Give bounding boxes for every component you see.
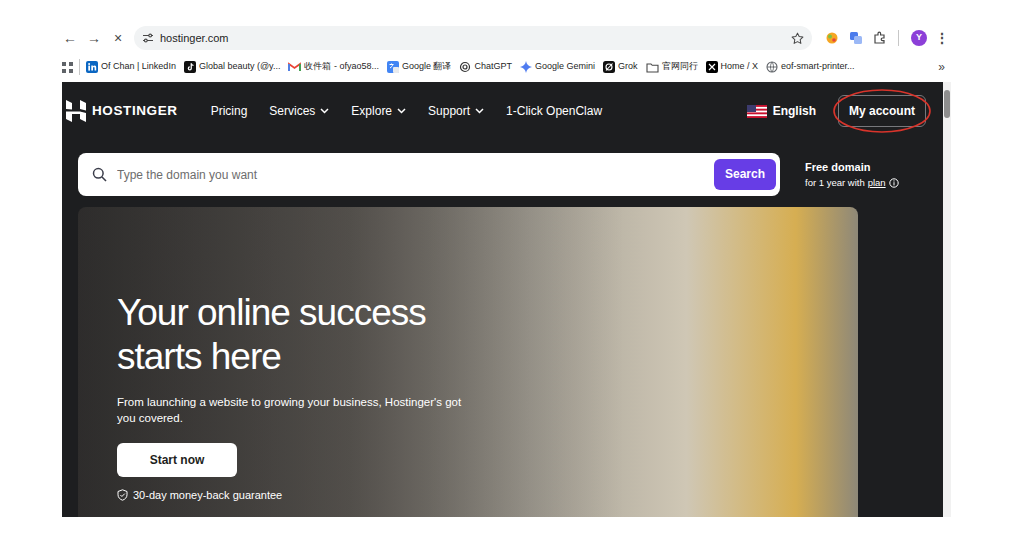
stop-button[interactable]: × <box>106 31 130 45</box>
hero-banner: Your online success starts here From laun… <box>78 207 858 517</box>
nav-menu: Pricing Services Explore Support 1-Click Ope… <box>211 102 602 120</box>
start-now-button[interactable]: Start now <box>117 443 237 477</box>
search-row: Search Free domainfor 1 year withplan <box>62 153 943 196</box>
site-icon <box>766 61 778 73</box>
bookmark-list: Of Chan | LinkedIn Global beauty (@y... 收件… <box>86 60 855 74</box>
search-button[interactable]: Search <box>714 159 776 189</box>
nav-item[interactable]: Explore <box>351 102 406 120</box>
page-content: HOSTINGER Pricing Services Explore Support 1-… <box>62 82 943 517</box>
toolbar-separator <box>898 30 899 46</box>
site-logo[interactable]: HOSTINGER <box>66 100 178 122</box>
bookmarks-separator <box>79 59 80 75</box>
account-button-wrapper: My account <box>838 95 926 127</box>
bookmark-label[interactable]: Global beauty (@y... <box>199 60 281 74</box>
gmail-icon <box>288 62 301 72</box>
nav-label[interactable]: Services <box>269 102 315 120</box>
nav-item[interactable]: Services <box>269 102 329 120</box>
domain-search-box: Search <box>78 153 780 196</box>
address-bar[interactable]: hostinger.com <box>134 26 812 50</box>
profile-avatar[interactable]: Y <box>911 30 927 46</box>
bookmark-item[interactable]: Home / X <box>706 60 759 74</box>
free-domain-promo: Free domainfor 1 year withplan <box>805 159 899 190</box>
us-flag-icon <box>747 105 767 118</box>
red-circle-annotation <box>832 88 932 134</box>
page-scrollbar[interactable] <box>943 82 951 517</box>
back-button[interactable]: ← <box>58 31 82 45</box>
translate-extension-icon[interactable] <box>844 26 868 50</box>
nav-item[interactable]: 1-Click OpenClaw <box>506 102 602 120</box>
browser-window: ←→× hostinger.com Y ⋮ Of Chan | LinkedIn Glob… <box>58 24 951 517</box>
bookmark-item[interactable]: 官网同行 <box>646 60 698 74</box>
bookmark-item[interactable]: eof-smart-printer... <box>766 60 855 74</box>
bookmarks-bar: Of Chan | LinkedIn Global beauty (@y... 收件… <box>58 52 951 82</box>
info-icon[interactable] <box>889 178 899 188</box>
bookmark-item[interactable]: ChatGPT <box>459 60 512 74</box>
bookmark-label[interactable]: Grok <box>618 60 638 74</box>
chatgpt-icon <box>459 61 471 73</box>
bookmark-item[interactable]: Google 翻译 <box>387 60 452 74</box>
language-selector[interactable]: English <box>747 102 816 120</box>
guarantee-text: 30-day money-back guarantee <box>133 487 282 504</box>
bookmark-label[interactable]: Home / X <box>721 60 759 74</box>
bookmark-label[interactable]: 收件箱 - ofyao58... <box>304 60 379 74</box>
chevron-down-icon <box>320 108 329 114</box>
chevron-down-icon <box>475 108 484 114</box>
logo-text[interactable]: HOSTINGER <box>92 101 178 121</box>
nav-item[interactable]: Pricing <box>211 102 248 120</box>
address-url[interactable]: hostinger.com <box>160 30 228 47</box>
bookmark-item[interactable]: Global beauty (@y... <box>184 60 281 74</box>
bookmark-label[interactable]: Google 翻译 <box>402 60 452 74</box>
bookmark-label[interactable]: ChatGPT <box>474 60 512 74</box>
extension-icon[interactable] <box>820 26 844 50</box>
chevron-down-icon <box>397 108 406 114</box>
extensions-puzzle-icon[interactable] <box>868 26 892 50</box>
more-bookmarks-button[interactable]: » <box>934 58 945 76</box>
scrollbar-thumb[interactable] <box>944 90 950 118</box>
nav-label[interactable]: 1-Click OpenClaw <box>506 102 602 120</box>
hero-text: From launching a website to growing your… <box>117 394 477 426</box>
bookmark-label[interactable]: 官网同行 <box>662 60 698 74</box>
bookmark-label[interactable]: eof-smart-printer... <box>781 60 855 74</box>
nav-label[interactable]: Support <box>428 102 470 120</box>
browser-menu-button[interactable]: ⋮ <box>933 28 951 49</box>
my-account-button[interactable]: My account <box>838 95 926 127</box>
forward-button[interactable]: → <box>82 31 106 45</box>
bookmark-item[interactable]: Of Chan | LinkedIn <box>86 60 176 74</box>
bookmark-star-icon[interactable] <box>791 32 804 45</box>
grok-icon <box>603 61 615 73</box>
promo-title: Free domain <box>805 159 899 176</box>
plan-link[interactable]: plan <box>868 176 886 190</box>
hostinger-logo-icon <box>66 100 86 122</box>
search-icon <box>92 167 107 182</box>
domain-input[interactable] <box>115 165 714 185</box>
nav-label[interactable]: Pricing <box>211 102 248 120</box>
bookmark-item[interactable]: Grok <box>603 60 638 74</box>
site-info-icon[interactable] <box>142 32 154 44</box>
hero-title: Your online success starts here <box>117 291 507 380</box>
folder-icon <box>646 62 659 73</box>
bookmark-item[interactable]: Google Gemini <box>520 60 595 74</box>
nav-item[interactable]: Support <box>428 102 484 120</box>
translate-icon <box>387 61 399 73</box>
apps-grid-icon[interactable] <box>62 62 73 73</box>
linkedin-icon <box>86 61 98 73</box>
site-navbar: HOSTINGER Pricing Services Explore Support 1-… <box>62 82 943 140</box>
x-icon <box>706 61 718 73</box>
tiktok-icon <box>184 61 196 73</box>
browser-toolbar: ←→× hostinger.com Y ⋮ <box>58 24 951 52</box>
gemini-icon <box>520 61 532 73</box>
bookmark-label[interactable]: Google Gemini <box>535 60 595 74</box>
bookmark-item[interactable]: 收件箱 - ofyao58... <box>288 60 379 74</box>
language-label[interactable]: English <box>773 102 816 120</box>
guarantee-note: 30-day money-back guarantee <box>117 487 858 504</box>
promo-line: for 1 year withplan <box>805 176 899 190</box>
shield-check-icon <box>117 489 128 501</box>
web-page: HOSTINGER Pricing Services Explore Support 1-… <box>62 82 951 517</box>
nav-label[interactable]: Explore <box>351 102 392 120</box>
promo-text: for 1 year with <box>805 176 865 190</box>
bookmark-label[interactable]: Of Chan | LinkedIn <box>101 60 176 74</box>
